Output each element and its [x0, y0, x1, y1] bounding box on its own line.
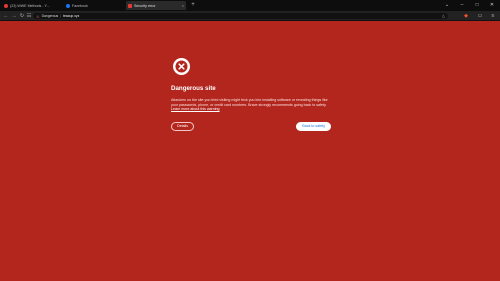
bookmark-icon[interactable]: ☷: [25, 12, 33, 20]
warning-message: Attackers on the site you tried visiting…: [171, 98, 328, 112]
action-row: Details Back to safety: [171, 122, 331, 132]
youtube-icon: [4, 3, 8, 8]
interstitial: Dangerous site Attackers on the site you…: [171, 58, 331, 132]
new-tab-button[interactable]: +: [189, 1, 197, 10]
danger-icon: [173, 58, 190, 75]
tab-strip: (23) WWE Methods - Y… Facebook Security …: [0, 0, 500, 11]
url-text[interactable]: teacup.xyz: [63, 14, 79, 18]
tab-security-error[interactable]: Security error ×: [126, 1, 186, 10]
warning-icon: ⚠: [36, 13, 40, 19]
warning-icon: [128, 3, 132, 8]
site-warning-label[interactable]: Dangerous: [42, 14, 59, 18]
menu-icon[interactable]: ≡: [489, 12, 497, 20]
forward-icon[interactable]: →: [10, 12, 18, 20]
maximize-icon[interactable]: □: [470, 0, 484, 11]
warning-text: Attackers on the site you tried visiting…: [171, 98, 328, 107]
tab-search-icon[interactable]: ⌄: [440, 0, 454, 11]
back-icon[interactable]: ←: [2, 12, 10, 20]
details-button[interactable]: Details: [171, 122, 194, 132]
tab-youtube[interactable]: (23) WWE Methods - Y…: [2, 1, 62, 10]
page-title: Dangerous site: [171, 85, 216, 92]
divider: |: [60, 14, 62, 18]
share-icon[interactable]: △: [442, 13, 445, 19]
sidebar-icon[interactable]: ▭: [476, 12, 484, 20]
facebook-icon: [66, 3, 70, 8]
brave-shields-icon[interactable]: ◆: [462, 12, 470, 20]
close-tab-icon[interactable]: ×: [182, 3, 184, 8]
address-bar[interactable]: ⚠ Dangerous | teacup.xyz △: [33, 13, 448, 19]
tab-title: (23) WWE Methods - Y…: [10, 3, 51, 8]
close-window-icon[interactable]: ✕: [485, 0, 499, 11]
learn-more-link[interactable]: Learn more about this warning: [171, 107, 220, 111]
minimize-icon[interactable]: –: [455, 0, 469, 11]
back-to-safety-button[interactable]: Back to safety: [296, 122, 331, 132]
tab-facebook[interactable]: Facebook: [64, 1, 124, 10]
tab-title: Facebook: [72, 3, 88, 8]
tab-title: Security error: [134, 3, 156, 8]
browser-toolbar: ← → ↻ ☷ ⚠ Dangerous | teacup.xyz △ ◆ ▭ ≡: [0, 11, 500, 21]
